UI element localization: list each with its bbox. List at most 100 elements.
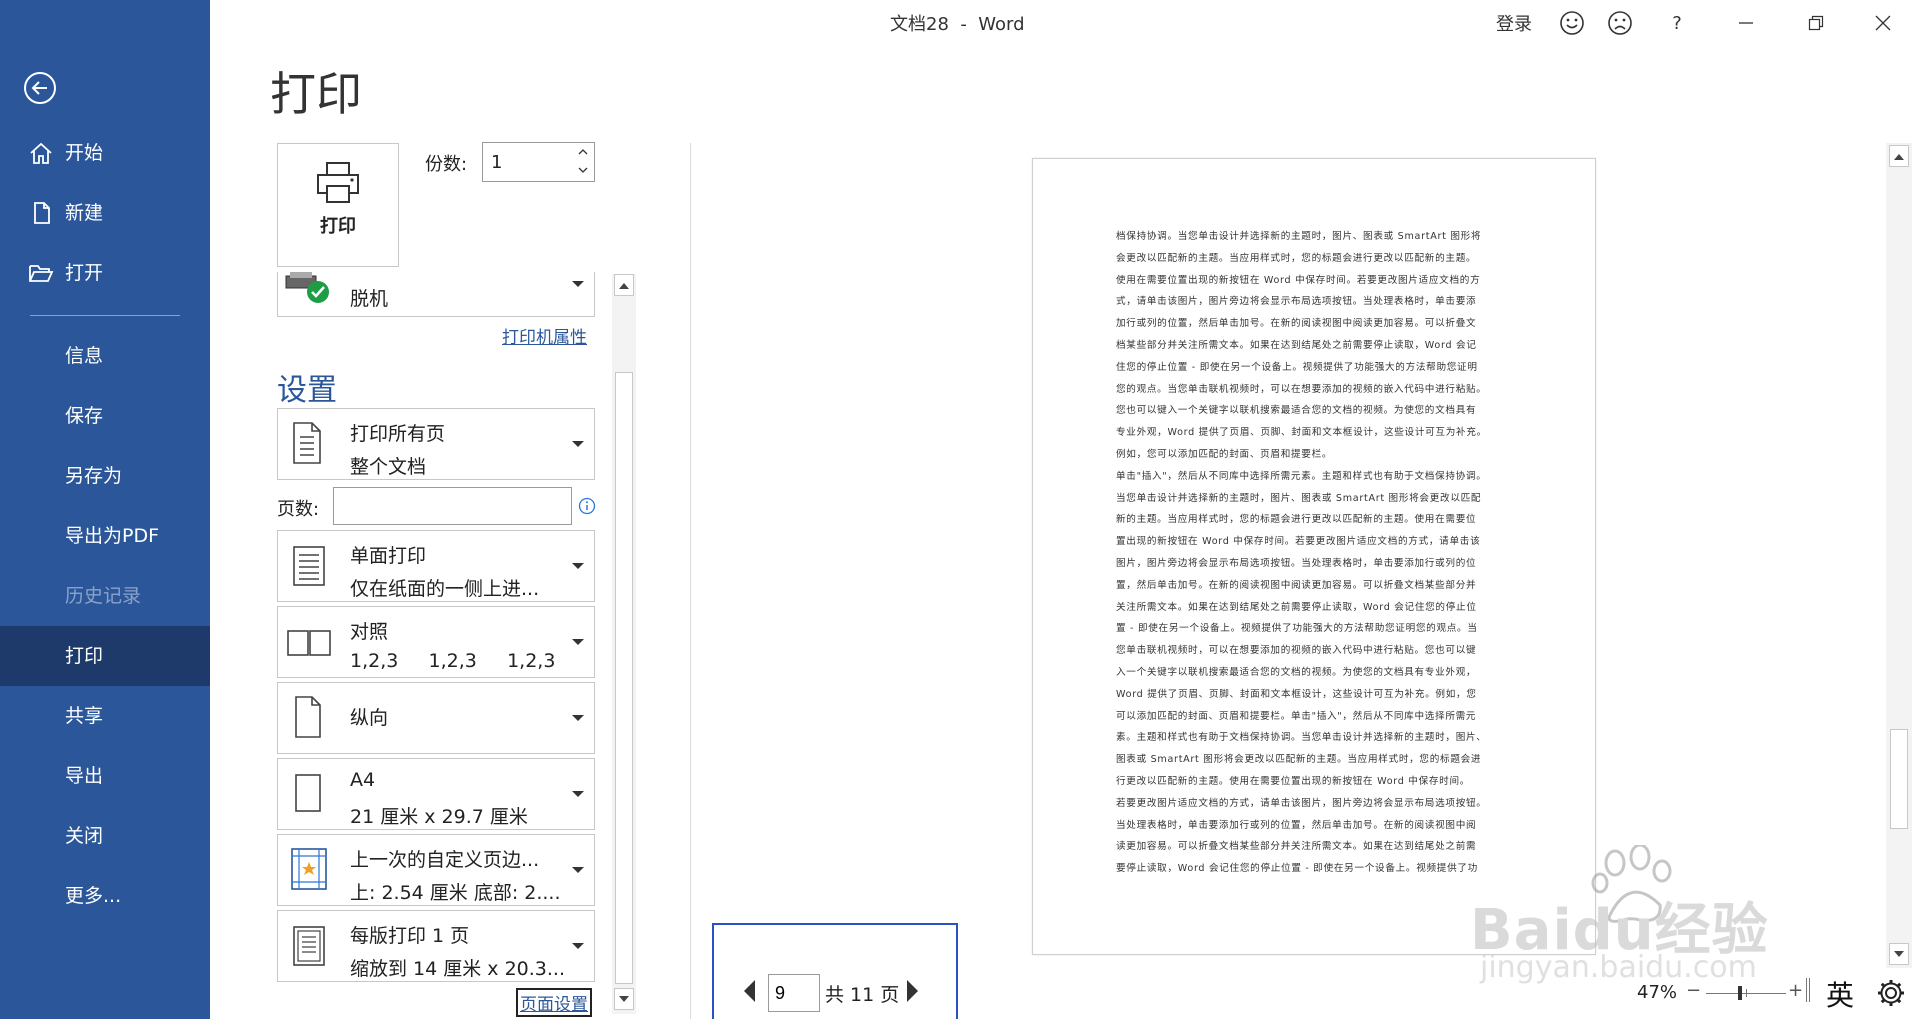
preview-text-line: 入一个关键字以联机搜索最适合您的文档的视频。为使您的文档具有专业外观， [1116, 666, 1477, 678]
pages-per-sheet-title: 每版打印 1 页 [350, 925, 470, 947]
preview-text-line: 置，然后单击加号。在新的阅读视图中阅读更加容易。可以折叠文档某些部分并 [1116, 579, 1477, 591]
preview-text-line: 图表或 SmartArt 图形将会更改以匹配新的主题。当应用样式时，您的标题会进 [1116, 754, 1482, 766]
triangle-right-icon [907, 980, 918, 1002]
nav-export-pdf-label: 导出为PDF [65, 525, 160, 547]
prev-page-button[interactable] [742, 980, 756, 1006]
printer-properties-link[interactable]: 打印机属性 [502, 323, 587, 348]
preview-text-line: 住您的停止位置 - 即使在另一个设备上。视频提供了功能强大的方法帮助您证明 [1116, 361, 1478, 373]
page-setup-link[interactable]: 页面设置 [516, 988, 592, 1017]
preview-text-line: 使用在需要位置出现的新按钮在 Word 中保存时间。若要更改图片适应文档的方 [1116, 274, 1481, 286]
chevron-down-icon [572, 441, 584, 447]
nav-history: 历史记录 [0, 566, 210, 626]
chevron-down-icon [572, 563, 584, 569]
close-icon [1875, 15, 1891, 31]
print-range-dropdown[interactable]: 打印所有页 整个文档 [277, 408, 595, 480]
window-title: 文档28 - Word [890, 14, 1025, 35]
paper-size-dropdown[interactable]: A4 21 厘米 x 29.7 厘米 [277, 758, 595, 830]
chevron-down-icon [572, 791, 584, 797]
preview-text-line: 素。主题和样式也有助于文档保持协调。当您单击设计并选择新的主题时，图片、 [1116, 732, 1487, 744]
next-page-button[interactable] [906, 980, 920, 1006]
smile-button[interactable] [1550, 6, 1594, 40]
preview-text-line: 行更改以匹配新的主题。使用在需要位置出现的新按钮在 Word 中保存时间。 [1116, 775, 1471, 787]
settings-gear-icon[interactable] [1876, 978, 1906, 1008]
zoom-slider-center-tick [1746, 989, 1747, 997]
page-number-input[interactable] [768, 974, 820, 1012]
nav-open[interactable]: 打开 [0, 243, 210, 303]
preview-text-line: 读更加容易。可以折叠文档某些部分并关注所需文本。如果在达到结尾处之前需 [1116, 841, 1477, 853]
copies-spinner[interactable]: 1 [482, 142, 595, 182]
preview-scroll-up-button[interactable] [1889, 145, 1909, 167]
spinner-down-icon[interactable] [578, 166, 588, 174]
margins-title: 上一次的自定义页边... [350, 849, 540, 871]
preview-scroll-thumb[interactable] [1890, 729, 1908, 829]
ime-indicator[interactable]: 英 [1826, 974, 1854, 1014]
nav-share[interactable]: 共享 [0, 686, 210, 746]
preview-text-line: 若要更改图片适应文档的方式，请单击该图片，图片旁边将会显示布局选项按钮。 [1116, 797, 1487, 809]
restore-button[interactable] [1794, 6, 1838, 40]
scroll-up-button[interactable] [614, 274, 634, 296]
zoom-separator [1806, 978, 1810, 1002]
help-icon: ? [1672, 12, 1682, 34]
zoom-slider[interactable] [1706, 986, 1786, 1000]
preview-text-line: 单击"插入"，然后从不同库中选择所需元素。主题和样式也有助于文档保持协调。 [1116, 470, 1487, 482]
nav-home[interactable]: 开始 [0, 123, 210, 183]
info-icon[interactable] [578, 497, 596, 515]
preview-text-line: 可以添加匹配的封面、页眉和提要栏。单击"插入"，然后从不同库中选择所需元 [1116, 710, 1477, 722]
close-button[interactable] [1861, 6, 1905, 40]
preview-text-line: 式，请单击该图片，图片旁边将会显示布局选项按钮。当处理表格时，单击要添 [1116, 296, 1477, 308]
settings-scrollbar[interactable] [612, 274, 636, 1014]
nav-save-as[interactable]: 另存为 [0, 446, 210, 506]
printer-offline-icon [285, 272, 329, 303]
printer-name: 脱机 [350, 288, 389, 310]
orientation-dropdown[interactable]: 纵向 [277, 682, 595, 754]
preview-text-line: 关注所需文本。如果在达到结尾处之前需要停止读取，Word 会记住您的停止位 [1116, 601, 1477, 613]
chevron-down-icon [572, 943, 584, 949]
preview-scrollbar[interactable] [1886, 143, 1912, 968]
zoom-level[interactable]: 47% [1637, 982, 1677, 1003]
sides-dropdown[interactable]: 单面打印 仅在纸面的一侧上进... [277, 530, 595, 602]
pages-input[interactable] [333, 487, 572, 525]
nav-export-pdf[interactable]: 导出为PDF [0, 506, 210, 566]
margins-dropdown[interactable]: 上一次的自定义页边... 上: 2.54 厘米 底部: 2.... [277, 834, 595, 906]
nav-save[interactable]: 保存 [0, 386, 210, 446]
frown-button[interactable] [1598, 6, 1642, 40]
scroll-down-button[interactable] [614, 988, 634, 1010]
preview-text-line: 您也可以键入一个关键字以联机搜索最适合您的文档的视频。为使您的文档具有 [1116, 405, 1477, 417]
signin-link[interactable]: 登录 [1496, 10, 1532, 36]
minimize-button[interactable] [1724, 6, 1768, 40]
nav-close[interactable]: 关闭 [0, 806, 210, 866]
backstage-sidebar: 开始 新建 打开 信息 保存 另存为 导出为PDF 历史记录 打印 共享 导出 … [0, 0, 210, 1019]
nav-print[interactable]: 打印 [0, 626, 210, 686]
zoom-out-button[interactable]: − [1686, 980, 1701, 1001]
pages-per-sheet-dropdown[interactable]: 每版打印 1 页 缩放到 14 厘米 x 20.3... [277, 910, 595, 982]
triangle-down-icon [1894, 950, 1904, 957]
preview-text-line: 例如，您可以添加匹配的封面、页眉和提要栏。 [1116, 448, 1333, 460]
nav-save-as-label: 另存为 [65, 465, 123, 487]
preview-scroll-down-button[interactable] [1889, 943, 1909, 965]
nav-export[interactable]: 导出 [0, 746, 210, 806]
frown-icon [1608, 11, 1632, 35]
pages-per-sheet-subtitle: 缩放到 14 厘米 x 20.3... [350, 958, 566, 980]
margins-subtitle: 上: 2.54 厘米 底部: 2.... [350, 882, 561, 904]
back-button[interactable] [22, 70, 58, 106]
nav-more[interactable]: 更多... [0, 866, 210, 926]
nav-info[interactable]: 信息 [0, 326, 210, 386]
zoom-slider-thumb[interactable] [1738, 986, 1742, 1000]
preview-text-line: 档某些部分并关注所需文本。如果在达到结尾处之前需要停止读取，Word 会记 [1116, 339, 1477, 351]
collate-dropdown[interactable]: 对照 1,2,3 1,2,3 1,2,3 [277, 606, 595, 678]
copies-value: 1 [491, 152, 503, 173]
nav-close-label: 关闭 [65, 825, 104, 847]
printer-dropdown[interactable]: 脱机 [277, 272, 595, 317]
zoom-in-button[interactable]: + [1788, 980, 1803, 1001]
pages-per-sheet-icon [293, 926, 325, 966]
help-button[interactable]: ? [1655, 6, 1699, 40]
nav-new[interactable]: 新建 [0, 183, 210, 243]
scroll-thumb[interactable] [615, 372, 633, 984]
chevron-down-icon [572, 715, 584, 721]
print-button[interactable]: 打印 [277, 143, 399, 267]
pages-icon [293, 422, 321, 464]
preview-page: 档保持协调。当您单击设计并选择新的主题时，图片、图表或 SmartArt 图形将… [1032, 158, 1596, 955]
smile-icon [1560, 11, 1584, 35]
chevron-down-icon [572, 639, 584, 645]
spinner-up-icon[interactable] [578, 148, 588, 156]
